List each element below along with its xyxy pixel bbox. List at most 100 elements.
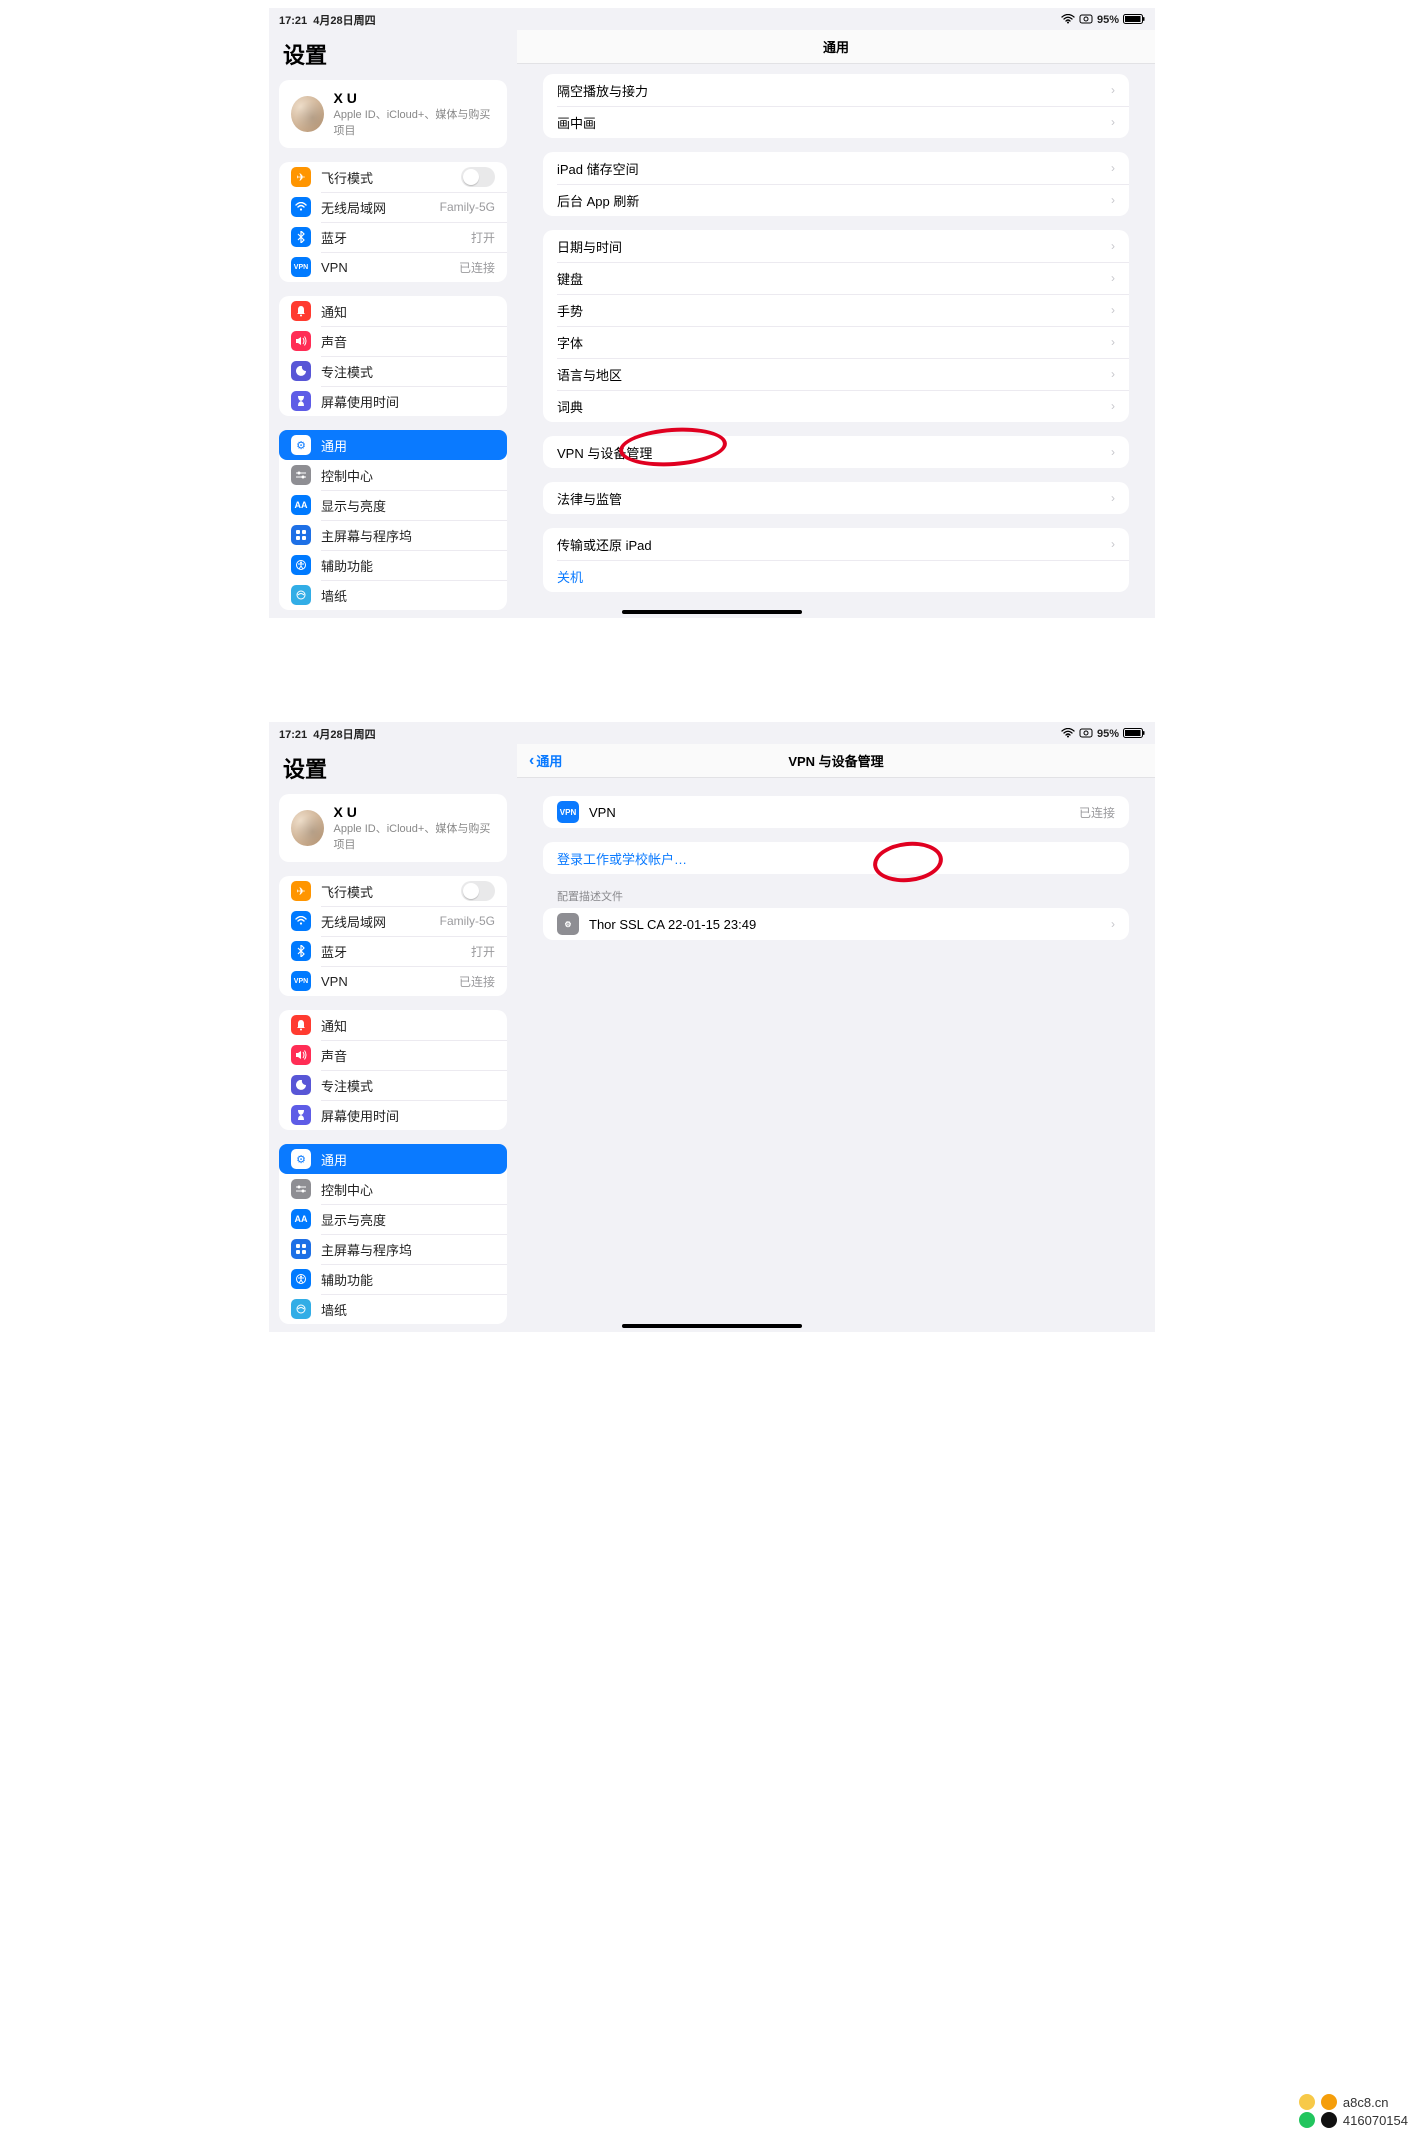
- avatar: [291, 810, 324, 846]
- profiles-header: 配置描述文件: [557, 888, 1127, 904]
- sidebar-sound[interactable]: 声音: [279, 1040, 507, 1070]
- sidebar-sound[interactable]: 声音: [279, 326, 507, 356]
- chevron-right-icon: ›: [1111, 335, 1115, 349]
- row-storage[interactable]: iPad 储存空间›: [543, 152, 1129, 184]
- sidebar-control-center[interactable]: 控制中心: [279, 460, 507, 490]
- accessibility-icon: [291, 1269, 311, 1289]
- chevron-right-icon: ›: [1111, 161, 1115, 175]
- vpn-icon: VPN: [291, 257, 311, 277]
- row-profile[interactable]: ⚙ Thor SSL CA 22-01-15 23:49 ›: [543, 908, 1129, 940]
- bluetooth-icon: [291, 227, 311, 247]
- sidebar-screentime[interactable]: 屏幕使用时间: [279, 386, 507, 416]
- sidebar-general[interactable]: ⚙通用: [279, 1144, 507, 1174]
- sidebar-homescreen[interactable]: 主屏幕与程序坞: [279, 1234, 507, 1264]
- watermark-icon: [1321, 2094, 1337, 2110]
- sidebar-control-center[interactable]: 控制中心: [279, 1174, 507, 1204]
- screentime-icon: [291, 1105, 311, 1125]
- general-pane: 通用 隔空播放与接力› 画中画› iPad 储存空间› 后台 App 刷新› 日…: [517, 30, 1155, 618]
- row-keyboard[interactable]: 键盘›: [543, 262, 1129, 294]
- bell-icon: [291, 301, 311, 321]
- bluetooth-icon: [291, 941, 311, 961]
- chevron-right-icon: ›: [1111, 491, 1115, 505]
- row-bgrefresh[interactable]: 后台 App 刷新›: [543, 184, 1129, 216]
- sidebar-focus[interactable]: 专注模式: [279, 1070, 507, 1100]
- airplane-toggle[interactable]: [461, 167, 495, 187]
- sidebar-screentime[interactable]: 屏幕使用时间: [279, 1100, 507, 1130]
- airplane-icon: ✈: [291, 167, 311, 187]
- chevron-right-icon: ›: [1111, 303, 1115, 317]
- accessibility-icon: [291, 555, 311, 575]
- screenshot-vpn-mgmt: 17:21 4月28日周四 95% 设置 X UApple ID、iCloud+…: [269, 722, 1155, 1332]
- row-airplay[interactable]: 隔空播放与接力›: [543, 74, 1129, 106]
- chevron-left-icon: ‹: [529, 752, 534, 770]
- home-indicator[interactable]: [622, 1324, 802, 1328]
- row-fonts[interactable]: 字体›: [543, 326, 1129, 358]
- status-bar: 17:21 4月28日周四 95%: [269, 8, 1155, 30]
- sidebar-accessibility[interactable]: 辅助功能: [279, 550, 507, 580]
- sidebar-bluetooth[interactable]: 蓝牙打开: [279, 222, 507, 252]
- sidebar-airplane[interactable]: ✈飞行模式: [279, 876, 507, 906]
- home-indicator[interactable]: [622, 610, 802, 614]
- bell-icon: [291, 1015, 311, 1035]
- row-vpn[interactable]: VPN VPN 已连接: [543, 796, 1129, 828]
- switches-icon: [291, 1179, 311, 1199]
- row-gestures[interactable]: 手势›: [543, 294, 1129, 326]
- sidebar-wifi[interactable]: 无线局域网Family-5G: [279, 192, 507, 222]
- sidebar-display[interactable]: AA显示与亮度: [279, 490, 507, 520]
- sidebar-vpn[interactable]: VPNVPN已连接: [279, 966, 507, 996]
- settings-title: 设置: [283, 752, 507, 784]
- status-time: 17:21: [279, 15, 307, 27]
- watermark-icon: [1299, 2094, 1315, 2110]
- status-date: 4月28日周四: [313, 15, 375, 27]
- account-card[interactable]: X U Apple ID、iCloud+、媒体与购买项目: [279, 80, 507, 148]
- account-card[interactable]: X UApple ID、iCloud+、媒体与购买项目: [279, 794, 507, 862]
- sidebar-notifications[interactable]: 通知: [279, 1010, 507, 1040]
- row-language[interactable]: 语言与地区›: [543, 358, 1129, 390]
- account-name: X U: [334, 90, 495, 106]
- row-transfer-reset[interactable]: 传输或还原 iPad›: [543, 528, 1129, 560]
- row-signin-work[interactable]: 登录工作或学校帐户…: [543, 842, 1129, 874]
- sound-icon: [291, 1045, 311, 1065]
- sidebar-wifi[interactable]: 无线局域网Family-5G: [279, 906, 507, 936]
- chevron-right-icon: ›: [1111, 445, 1115, 459]
- orientation-lock-icon: [1079, 14, 1093, 27]
- sidebar-display[interactable]: AA显示与亮度: [279, 1204, 507, 1234]
- sidebar-accessibility[interactable]: 辅助功能: [279, 1264, 507, 1294]
- gear-icon: ⚙: [291, 435, 311, 455]
- grid-icon: [291, 1239, 311, 1259]
- chevron-right-icon: ›: [1111, 115, 1115, 129]
- vpn-icon: VPN: [291, 971, 311, 991]
- sidebar-airplane[interactable]: ✈飞行模式: [279, 162, 507, 192]
- sidebar-wallpaper[interactable]: 墙纸: [279, 580, 507, 610]
- wifi-icon: [291, 911, 311, 931]
- wechat-icon: [1299, 2112, 1315, 2128]
- row-dictionary[interactable]: 词典›: [543, 390, 1129, 422]
- focus-icon: [291, 361, 311, 381]
- row-pip[interactable]: 画中画›: [543, 106, 1129, 138]
- vpn-mgmt-pane: ‹通用 VPN 与设备管理 VPN VPN 已连接 登录工作或学校帐户… 配置描…: [517, 744, 1155, 1332]
- wifi-icon: [291, 197, 311, 217]
- sidebar-vpn[interactable]: VPNVPN已连接: [279, 252, 507, 282]
- chevron-right-icon: ›: [1111, 367, 1115, 381]
- chevron-right-icon: ›: [1111, 399, 1115, 413]
- row-datetime[interactable]: 日期与时间›: [543, 230, 1129, 262]
- row-shutdown[interactable]: 关机: [543, 560, 1129, 592]
- gear-icon: ⚙: [291, 1149, 311, 1169]
- screentime-icon: [291, 391, 311, 411]
- settings-sidebar: 设置 X UApple ID、iCloud+、媒体与购买项目 ✈飞行模式 无线局…: [269, 744, 517, 1332]
- settings-sidebar: 设置 X U Apple ID、iCloud+、媒体与购买项目 ✈飞行模式 无线…: [269, 30, 517, 618]
- focus-icon: [291, 1075, 311, 1095]
- back-button[interactable]: ‹通用: [529, 751, 562, 770]
- sidebar-homescreen[interactable]: 主屏幕与程序坞: [279, 520, 507, 550]
- airplane-toggle[interactable]: [461, 881, 495, 901]
- wallpaper-icon: [291, 1299, 311, 1319]
- sidebar-focus[interactable]: 专注模式: [279, 356, 507, 386]
- sidebar-bluetooth[interactable]: 蓝牙打开: [279, 936, 507, 966]
- sidebar-notifications[interactable]: 通知: [279, 296, 507, 326]
- sidebar-general[interactable]: ⚙通用: [279, 430, 507, 460]
- wifi-icon: [1061, 14, 1075, 27]
- row-legal[interactable]: 法律与监管›: [543, 482, 1129, 514]
- chevron-right-icon: ›: [1111, 239, 1115, 253]
- status-bar: 17:21 4月28日周四 95%: [269, 722, 1155, 744]
- sidebar-wallpaper[interactable]: 墙纸: [279, 1294, 507, 1324]
